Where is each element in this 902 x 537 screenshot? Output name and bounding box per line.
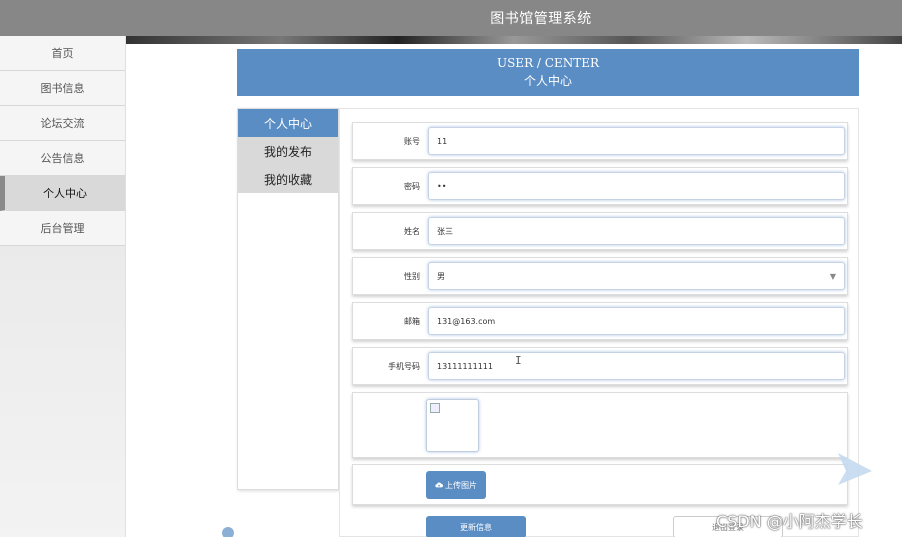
gender-row: 性别 男 ▼ [352,257,848,295]
tab-personal-center[interactable]: 个人中心 [238,109,338,137]
email-field[interactable]: 131@163.com [428,307,845,335]
banner-image-strip [126,36,902,44]
password-row: 密码 •• [352,167,848,205]
phone-row: 手机号码 13111111111 [352,347,848,385]
app-title: 图书馆管理系统 [490,11,592,27]
gender-label: 性别 [404,271,420,281]
password-label: 密码 [404,181,420,191]
phone-field[interactable]: 13111111111 [428,352,845,380]
sidebar-item-admin[interactable]: 后台管理 [0,211,125,246]
name-label: 姓名 [404,226,420,236]
tab-my-posts[interactable]: 我的发布 [238,137,338,165]
profile-form: 账号 11 密码 •• 姓名 张三 性别 男 ▼ 邮箱 131@163.com … [339,108,859,537]
avatar [426,399,479,452]
sidebar-item-forum[interactable]: 论坛交流 [0,106,125,141]
sidebar-item-announcements[interactable]: 公告信息 [0,141,125,176]
update-info-button[interactable]: 更新信息 [426,516,526,537]
name-row: 姓名 张三 [352,212,848,250]
sidebar-item-home[interactable]: 首页 [0,36,125,71]
tab-my-favorites[interactable]: 我的收藏 [238,165,338,193]
broken-image-icon [430,403,440,413]
sidebar-item-book-info[interactable]: 图书信息 [0,71,125,106]
avatar-row [352,392,848,458]
gender-select[interactable]: 男 ▼ [428,262,845,290]
sidebar: 首页 图书信息 论坛交流 公告信息 个人中心 后台管理 [0,36,126,537]
top-header: 图书馆管理系统 [0,0,902,36]
upload-row: 上传图片 [352,464,848,505]
section-title-en: USER / CENTER [496,56,600,70]
account-field[interactable]: 11 [428,127,845,155]
email-row: 邮箱 131@163.com [352,302,848,340]
password-field[interactable]: •• [428,172,845,200]
name-field[interactable]: 张三 [428,217,845,245]
tabs-panel: 个人中心 我的发布 我的收藏 [237,108,339,490]
chevron-down-icon: ▼ [829,272,836,281]
cloud-upload-icon [435,482,443,488]
sidebar-item-personal-center[interactable]: 个人中心 [0,176,125,211]
phone-label: 手机号码 [388,361,420,371]
section-header: USER / CENTER 个人中心 [237,49,859,96]
section-title-zh: 个人中心 [523,74,572,88]
page: 图书馆管理系统 首页 图书信息 论坛交流 公告信息 个人中心 后台管理 USER… [0,0,902,537]
gender-value: 男 [437,271,445,281]
text-cursor-icon: I [515,354,522,367]
float-dot-icon [222,527,234,537]
email-label: 邮箱 [404,316,420,326]
upload-image-button[interactable]: 上传图片 [426,471,486,499]
upload-image-label: 上传图片 [445,480,477,490]
scroll-arrow-icon[interactable] [836,451,874,487]
account-label: 账号 [404,136,420,146]
watermark: CSDN @小阿杰学长 [716,512,863,531]
account-row: 账号 11 [352,122,848,160]
